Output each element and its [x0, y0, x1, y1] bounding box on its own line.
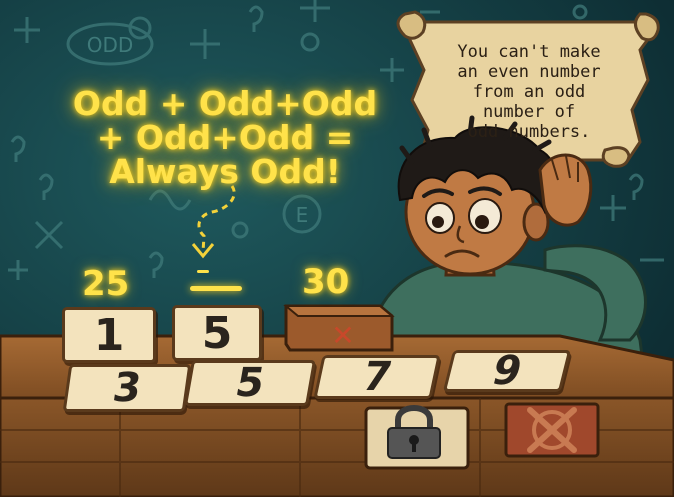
chalk-odd-badge: ODD — [87, 33, 134, 57]
blocked-x-icon: ✕ — [331, 319, 354, 352]
equation-line-1: Odd + Odd+Odd — [72, 84, 378, 123]
slot-card[interactable]: 1 — [62, 307, 156, 363]
hand-card[interactable]: 9 — [442, 348, 572, 394]
game-scene: ODD E ✕ Odd + Odd+Odd + Odd+Odd = Always… — [0, 0, 674, 497]
target-value-right: 30 — [302, 262, 350, 302]
cancel-button[interactable] — [504, 402, 600, 458]
target-dash-mark — [197, 270, 209, 273]
hand-card[interactable]: 5 — [183, 360, 317, 406]
slot-card[interactable]: 5 — [172, 305, 262, 361]
target-value-left: 25 — [82, 264, 130, 304]
hand-card[interactable]: 3 — [62, 364, 192, 412]
lock-button[interactable] — [364, 405, 470, 470]
hand-card[interactable]: 7 — [313, 354, 441, 400]
equation-line-3: Always Odd! — [109, 152, 341, 191]
chalk-e-badge: E — [296, 203, 309, 227]
scroll-message: You can't make an even number from an od… — [457, 42, 601, 142]
target-dash — [190, 286, 242, 291]
equation-line-2: + Odd+Odd = — [96, 118, 354, 157]
